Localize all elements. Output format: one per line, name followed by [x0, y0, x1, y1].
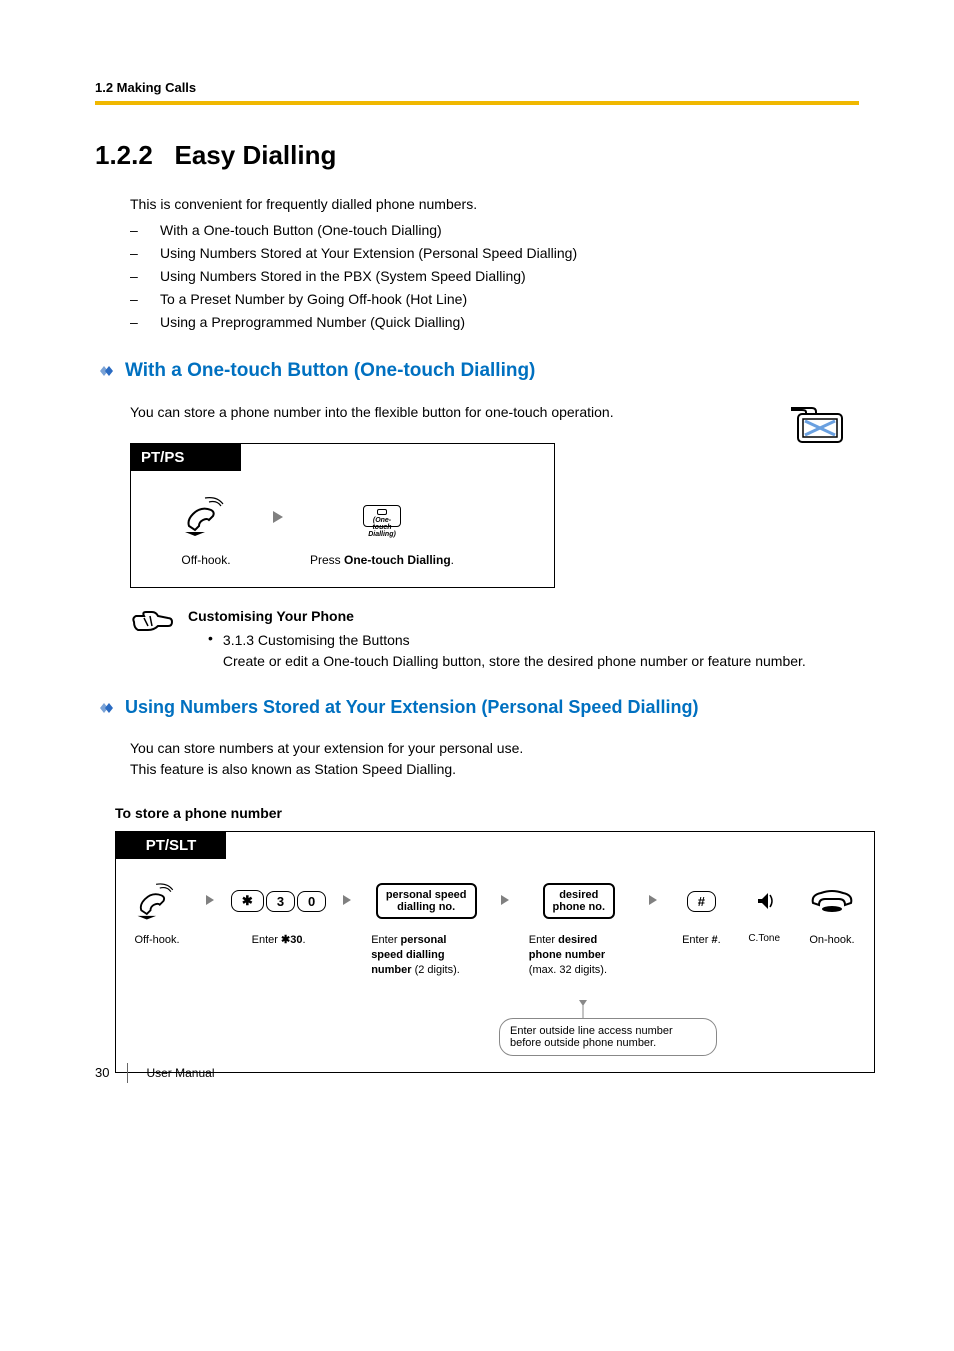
zero-key: 0	[297, 891, 326, 912]
hint-callout: Enter outside line access number before …	[499, 1018, 717, 1056]
procedure-title: To store a phone number	[115, 805, 859, 821]
arrow-icon	[341, 893, 353, 911]
note-text: Create or edit a One-touch Dialling butt…	[223, 653, 806, 669]
step-caption: Off-hook.	[141, 553, 271, 567]
page-title: 1.2.2 Easy Dialling	[95, 140, 859, 171]
note-block: Customising Your Phone 3.1.3 Customising…	[95, 608, 859, 672]
footer-label: User Manual	[146, 1066, 214, 1080]
list-item: Using Numbers Stored at Your Extension (…	[130, 245, 859, 261]
step-caption: Enter desired phone number (max. 32 digi…	[529, 933, 629, 978]
hand-pointing-icon	[130, 608, 174, 672]
phone-illustration-icon	[784, 400, 854, 455]
section-heading: Using Numbers Stored at Your Extension (…	[125, 697, 698, 718]
page-footer: 30 User Manual	[95, 1063, 215, 1083]
section-heading: With a One-touch Button (One-touch Diall…	[125, 360, 535, 382]
key-sequence-icon: ✱ 3 0	[234, 879, 324, 923]
step-caption: On-hook.	[802, 933, 862, 948]
note-title: Customising Your Phone	[188, 608, 806, 624]
breadcrumb: 1.2 Making Calls	[95, 80, 859, 95]
list-item: Using a Preprogrammed Number (Quick Dial…	[130, 314, 859, 330]
bullet-dot	[208, 630, 213, 672]
text-box-icon: personal speeddialling no.	[371, 879, 481, 923]
off-hook-icon	[141, 491, 271, 541]
step-caption: Press One-touch Dialling.	[307, 553, 457, 567]
hint-text: Enter outside line access number before …	[499, 1018, 717, 1056]
title-text: Easy Dialling	[175, 140, 337, 170]
one-touch-button-icon: (One-touchDialling)	[307, 491, 457, 541]
step-caption: Off-hook.	[128, 933, 186, 948]
note-ref: 3.1.3 Customising the Buttons	[223, 632, 410, 648]
diagram-header: PT/SLT	[116, 832, 226, 859]
header-rule	[95, 101, 859, 105]
section-desc: You can store a phone number into the fl…	[95, 402, 859, 423]
list-item: With a One-touch Button (One-touch Diall…	[130, 222, 859, 238]
diamond-icon	[95, 364, 117, 378]
arrow-icon	[647, 893, 659, 911]
step-caption: Enter #.	[676, 933, 726, 948]
hash-key: #	[687, 891, 716, 912]
intro-text: This is convenient for frequently dialle…	[95, 196, 859, 212]
hash-key-icon: #	[676, 879, 726, 923]
procedure-diagram-one-touch: PT/PS Off-hook.	[130, 443, 555, 588]
step-caption: Enter ✱30.	[234, 933, 324, 948]
three-key: 3	[266, 891, 295, 912]
on-hook-icon	[802, 879, 862, 923]
diagram-header: PT/PS	[131, 444, 241, 471]
list-item: To a Preset Number by Going Off-hook (Ho…	[130, 291, 859, 307]
page-number: 30	[95, 1065, 109, 1080]
diamond-icon	[95, 701, 117, 715]
star-key: ✱	[231, 890, 264, 912]
procedure-diagram-store: PT/SLT Off-hook. ✱ 3 0	[115, 831, 875, 1073]
list-item: Using Numbers Stored in the PBX (System …	[130, 268, 859, 284]
arrow-icon	[271, 509, 287, 530]
arrow-icon	[204, 893, 216, 911]
off-hook-icon	[128, 879, 186, 923]
step-caption: C.Tone	[744, 933, 784, 944]
text-box-icon: desiredphone no.	[529, 879, 629, 923]
section-desc: You can store numbers at your extension …	[95, 738, 859, 780]
confirmation-tone-icon	[744, 879, 784, 923]
step-caption: Enter personal speed dialling number (2 …	[371, 933, 481, 978]
title-number: 1.2.2	[95, 140, 153, 170]
feature-list: With a One-touch Button (One-touch Diall…	[95, 222, 859, 330]
arrow-icon	[499, 893, 511, 911]
